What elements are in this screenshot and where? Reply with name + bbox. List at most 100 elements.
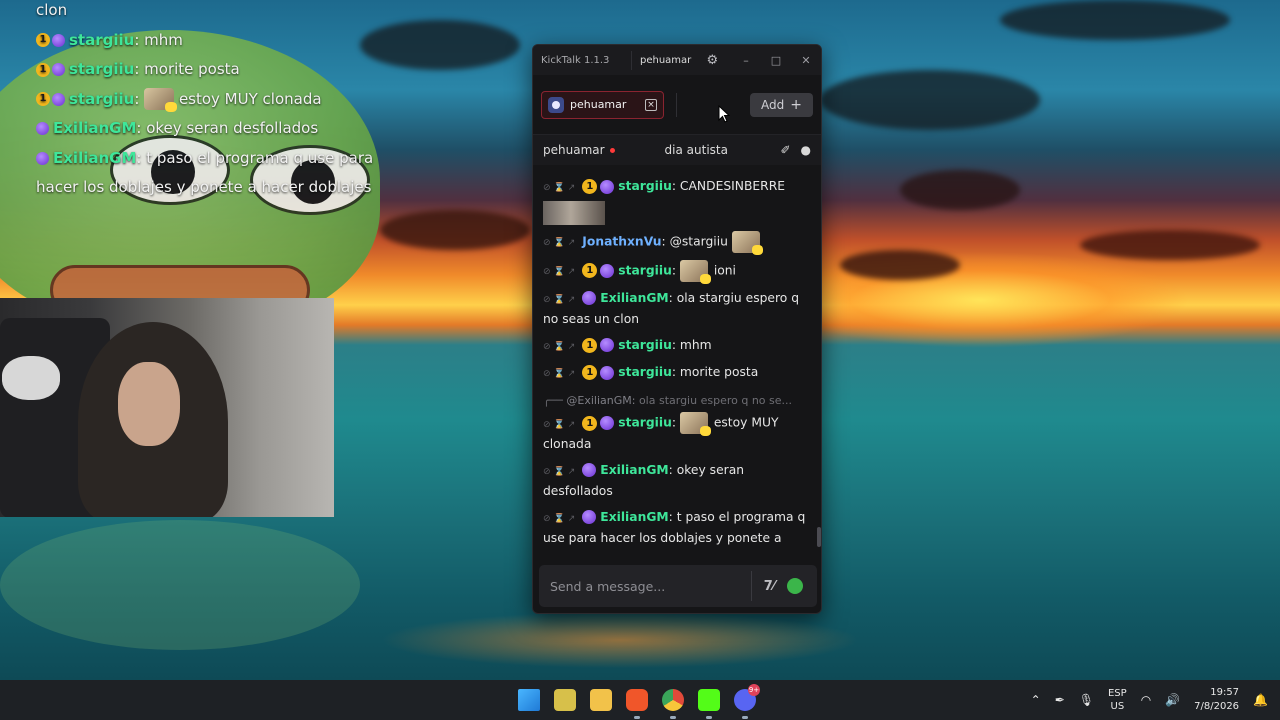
current-user-button[interactable]: pehuamar <box>631 50 699 70</box>
chat-messages[interactable]: ⊘⌛↗ 1 stargiiu: CANDESINBERRE ⊘⌛↗ JonathxnV… <box>533 165 821 552</box>
purple-badge-icon <box>600 179 615 194</box>
minimize-button[interactable]: – <box>731 45 761 75</box>
message-username[interactable]: stargiiu <box>618 179 672 193</box>
message-tools-icons[interactable]: ⊘⌛↗ <box>543 338 578 358</box>
chat-message: ⊘⌛↗ 1 stargiiu: CANDESINBERRE <box>543 177 811 225</box>
overlay-chat-line: ExilianGM: okey seran desfollados <box>36 114 376 144</box>
tab-pehuamar[interactable]: pehuamar × <box>541 90 664 119</box>
keyboard-layout: US <box>1110 701 1125 712</box>
sub-badge-icon: 1 <box>582 415 598 431</box>
clipped-message <box>543 165 811 171</box>
message-text: mhm <box>679 337 712 352</box>
app-title: KickTalk 1.1.3 <box>541 54 610 66</box>
file-explorer-icon[interactable] <box>590 689 612 711</box>
chat-message: ⊘⌛↗ ExilianGM: t paso el programa q use p… <box>543 508 811 553</box>
live-indicator <box>609 147 615 153</box>
message-text: @stargiiu <box>669 234 728 248</box>
message-username[interactable]: stargiiu <box>618 365 672 379</box>
cat-emote-icon <box>731 230 763 255</box>
divider <box>676 92 677 117</box>
message-text: ioni <box>713 263 736 277</box>
chat-message: ⊘⌛↗ JonathxnVu: @stargiiu <box>543 230 811 255</box>
discord-icon[interactable]: 9+ <box>734 684 760 719</box>
brave-browser-icon[interactable] <box>626 689 648 719</box>
chat-message: ⊘⌛↗ 1 stargiiu: ioni <box>543 259 811 284</box>
chat-message: ⊘⌛↗ 1 stargiiu: morite posta <box>543 363 811 385</box>
overlay-username: stargiiu <box>69 60 135 78</box>
notification-bell-icon[interactable]: 🔔 <box>1253 693 1268 707</box>
chat-header: pehuamar dia autista ✐ ● <box>533 135 821 165</box>
message-tools-icons[interactable]: ⊘⌛↗ <box>543 416 578 436</box>
close-window-button[interactable]: ✕ <box>791 45 821 75</box>
pen-icon[interactable]: ✒ <box>1055 693 1065 707</box>
add-button-label: Add <box>761 97 785 112</box>
language-code: ESP <box>1107 688 1127 699</box>
message-tools-icons[interactable]: ⊘⌛↗ <box>543 179 578 199</box>
message-username[interactable]: ExilianGM <box>600 510 668 524</box>
purple-badge-icon <box>600 338 615 352</box>
channel-name: pehuamar <box>543 143 605 157</box>
tab-label: pehuamar <box>570 98 627 111</box>
webcam-feed <box>0 298 334 517</box>
widgets-icon[interactable] <box>554 689 576 711</box>
sub-badge-icon: 1 <box>36 62 50 77</box>
taskbar: 9+ ⌃ ✒ 🎙 ESP US ◠ 🔊 19:57 7/8/2026 🔔 <box>0 680 1280 720</box>
emoji-icon[interactable] <box>787 578 803 594</box>
maximize-button[interactable]: □ <box>761 45 791 75</box>
sub-badge-icon: 1 <box>36 92 50 106</box>
plus-icon: + <box>790 96 802 113</box>
translate-icon[interactable]: 7⁄ <box>764 579 775 594</box>
purple-badge-icon <box>52 33 65 47</box>
taskbar-apps: 9+ <box>518 680 760 720</box>
message-text: morite posta <box>679 365 759 379</box>
message-username[interactable]: ExilianGM <box>600 463 668 477</box>
stream-title: dia autista <box>664 143 728 157</box>
message-username[interactable]: stargiiu <box>618 263 672 277</box>
trollface-print <box>2 356 60 400</box>
purple-badge-icon <box>52 92 65 106</box>
message-tools-icons[interactable]: ⊘⌛↗ <box>543 234 578 254</box>
gear-icon[interactable]: ⚙ <box>703 51 721 69</box>
clock[interactable]: 19:57 7/8/2026 <box>1194 686 1239 714</box>
message-username[interactable]: stargiiu <box>618 338 672 352</box>
close-tab-icon[interactable]: × <box>645 98 657 111</box>
message-username[interactable]: ExilianGM <box>600 291 668 305</box>
windows-start-icon[interactable] <box>518 689 540 711</box>
purple-badge-icon <box>582 510 597 524</box>
wifi-icon[interactable]: ◠ <box>1141 693 1151 707</box>
message-tools-icons[interactable]: ⊘⌛↗ <box>543 463 578 483</box>
cat-emote-icon <box>679 259 711 284</box>
chevron-up-icon[interactable]: ⌃ <box>1031 693 1041 707</box>
discord-notification-badge: 9+ <box>748 684 760 696</box>
volume-icon[interactable]: 🔊 <box>1165 693 1180 707</box>
language-indicator[interactable]: ESP US <box>1108 687 1127 713</box>
purple-badge-icon <box>600 365 615 380</box>
message-username[interactable]: JonathxnVu <box>582 234 661 248</box>
user-icon[interactable]: ● <box>801 143 811 157</box>
clock-time: 19:57 <box>1210 687 1240 698</box>
title-bar[interactable]: KickTalk 1.1.3 pehuamar ⚙ – □ ✕ <box>533 45 821 75</box>
person-face <box>118 362 180 446</box>
chrome-icon[interactable] <box>662 689 684 719</box>
purple-badge-icon <box>52 63 65 76</box>
message-tools-icons[interactable]: ⊘⌛↗ <box>543 365 578 385</box>
pepe-reflection <box>0 520 360 650</box>
chat-scrollbar[interactable] <box>817 527 821 547</box>
add-chatroom-button[interactable]: Add + <box>750 92 813 117</box>
purple-badge-icon <box>36 122 49 135</box>
message-tools-icons[interactable]: ⊘⌛↗ <box>543 263 578 283</box>
message-input-placeholder[interactable]: Send a message... <box>550 579 751 594</box>
message-username[interactable]: stargiiu <box>618 416 672 430</box>
message-input[interactable]: Send a message... 7⁄ <box>539 565 817 607</box>
sub-badge-icon: 1 <box>582 337 598 353</box>
overlay-message-text: clon <box>36 1 68 19</box>
message-tools-icons[interactable]: ⊘⌛↗ <box>543 291 578 311</box>
reply-username: @ExilianGM: <box>566 393 636 407</box>
pin-icon[interactable]: ✐ <box>780 143 790 157</box>
message-tools-icons[interactable]: ⊘⌛↗ <box>543 510 578 530</box>
kick-icon[interactable] <box>698 689 720 719</box>
image-thumbnail[interactable] <box>543 200 605 225</box>
reply-preview[interactable]: ╭── @ExilianGM: ola stargiu espero q no … <box>543 391 811 411</box>
overlay-message-text: mhm <box>144 30 183 49</box>
microphone-icon[interactable]: 🎙 <box>1079 693 1094 707</box>
